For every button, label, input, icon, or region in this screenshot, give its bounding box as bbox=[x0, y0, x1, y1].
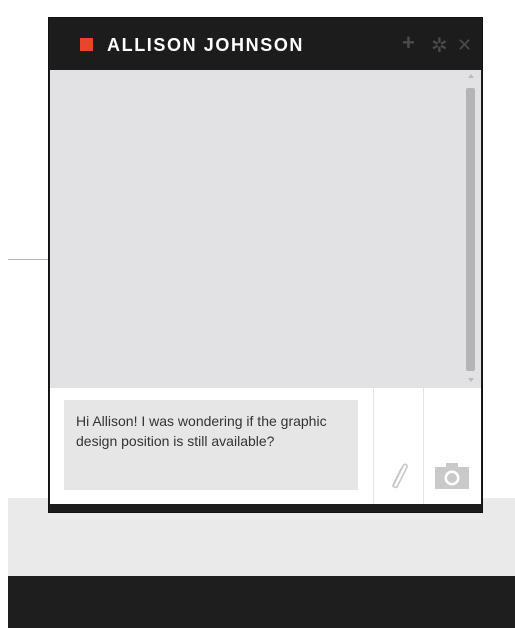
message-input[interactable]: Hi Allison! I was wondering if the graph… bbox=[64, 400, 358, 490]
status-indicator bbox=[80, 38, 93, 51]
contact-name: ALLISON JOHNSON bbox=[107, 35, 305, 55]
scroll-up-arrow[interactable] bbox=[468, 74, 474, 78]
messages-area bbox=[50, 70, 481, 388]
paperclip-icon bbox=[392, 463, 408, 489]
scrollbar-thumb[interactable] bbox=[466, 88, 475, 371]
close-icon[interactable]: ✕ bbox=[457, 35, 472, 55]
gear-icon[interactable]: ✲ bbox=[431, 36, 448, 56]
message-composer: Hi Allison! I was wondering if the graph… bbox=[50, 388, 481, 504]
scrollbar[interactable] bbox=[465, 74, 476, 382]
chat-window-bottom-bar bbox=[49, 504, 482, 512]
camera-button[interactable] bbox=[424, 388, 481, 504]
camera-icon bbox=[435, 463, 469, 489]
plus-icon[interactable]: + bbox=[402, 32, 415, 54]
page-divider-line bbox=[8, 259, 50, 260]
scroll-down-arrow[interactable] bbox=[468, 378, 474, 382]
attach-button[interactable] bbox=[374, 388, 423, 504]
chat-window: ALLISON JOHNSON + ✲ ✕ Hi Allison! I was … bbox=[48, 17, 483, 513]
page-footer bbox=[8, 576, 515, 628]
chat-header: ALLISON JOHNSON + ✲ ✕ bbox=[49, 18, 482, 70]
